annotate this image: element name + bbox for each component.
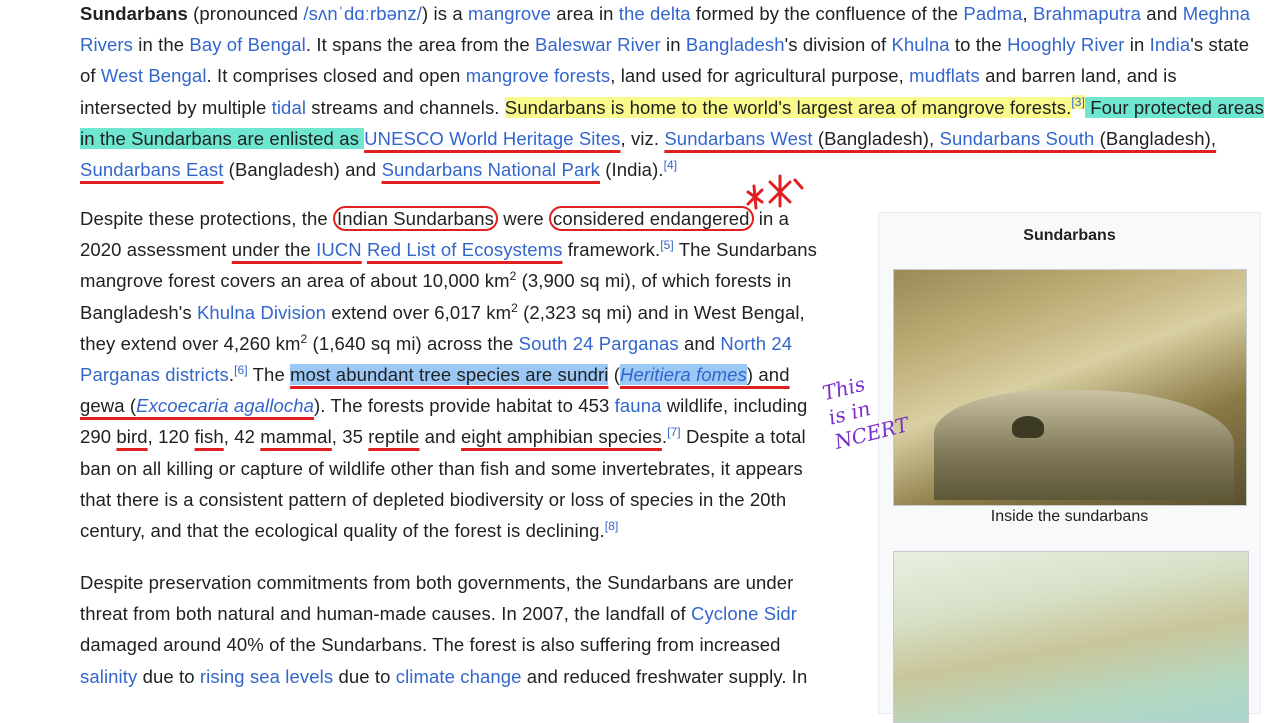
ref-8[interactable]: [8] [605, 519, 619, 533]
link-the-delta[interactable]: the delta [619, 3, 691, 24]
link-excoecaria-agallocha[interactable]: Excoecaria agallocha [136, 395, 314, 416]
link-khulna[interactable]: Khulna [891, 34, 949, 55]
link-unesco-world-heritage-sites[interactable]: UNESCO World Heritage Sites [364, 128, 620, 149]
link-hooghly-river[interactable]: Hooghly River [1007, 34, 1125, 55]
ref-6[interactable]: [6] [234, 363, 248, 377]
link-iucn[interactable]: IUCN [316, 239, 362, 260]
highlight-blue: most abundant tree species are sundri [290, 364, 609, 386]
link-cyclone-sidr[interactable]: Cyclone Sidr [691, 603, 797, 624]
link-baleswar-river[interactable]: Baleswar River [535, 34, 661, 55]
infobox-title: Sundarbans [1023, 227, 1116, 244]
infobox-photo-mangrove[interactable] [893, 269, 1247, 506]
link-padma[interactable]: Padma [963, 3, 1022, 24]
link-heritiera-fomes[interactable]: Heritiera fomes [619, 364, 747, 386]
link-pronunciation[interactable]: /sʌnˈdɑːrbənz/ [303, 3, 422, 24]
ref-7[interactable]: [7] [667, 425, 681, 439]
link-climate-change[interactable]: climate change [396, 666, 522, 687]
paragraph-protections: Despite these protections, the Indian Su… [80, 206, 817, 542]
link-sundarbans-east[interactable]: Sundarbans East [80, 159, 223, 180]
link-khulna-division[interactable]: Khulna Division [197, 302, 326, 323]
link-south-24-parganas[interactable]: South 24 Parganas [519, 333, 679, 354]
link-red-list-of-ecosystems[interactable]: Red List of Ecosystems [367, 239, 563, 260]
asterisk-scribble-icon [746, 174, 804, 210]
infobox: Sundarbans Inside the sundarbans [878, 212, 1261, 723]
link-rising-sea-levels[interactable]: rising sea levels [200, 666, 333, 687]
ref-5[interactable]: [5] [660, 238, 674, 252]
link-bay-of-bengal[interactable]: Bay of Bengal [189, 34, 306, 55]
link-mudflats[interactable]: mudflats [909, 65, 980, 86]
link-sundarbans-south[interactable]: Sundarbans South [940, 128, 1095, 149]
link-mangrove[interactable]: mangrove [468, 3, 551, 24]
ref-4[interactable]: [4] [664, 158, 678, 172]
link-salinity[interactable]: salinity [80, 666, 137, 687]
link-brahmaputra[interactable]: Brahmaputra [1033, 3, 1141, 24]
link-sundarbans-national-park[interactable]: Sundarbans National Park [382, 159, 600, 180]
link-india[interactable]: India [1150, 34, 1191, 55]
circled-considered-endangered: considered endangered [549, 206, 754, 231]
paragraph-threats: Despite preservation commitments from bo… [80, 572, 808, 687]
article-subject: Sundarbans [80, 3, 188, 24]
paragraph-intro: Sundarbans (pronounced /sʌnˈdɑːrbənz/) i… [80, 3, 1264, 181]
link-tidal[interactable]: tidal [272, 97, 306, 118]
infobox-caption: Inside the sundarbans [990, 508, 1149, 525]
link-sundarbans-west[interactable]: Sundarbans West [664, 128, 812, 149]
link-west-bengal[interactable]: West Bengal [101, 65, 207, 86]
photo-boat [1012, 416, 1044, 438]
circled-indian-sundarbans: Indian Sundarbans [333, 206, 499, 231]
infobox-map-image[interactable] [893, 551, 1249, 723]
link-mangrove-forests[interactable]: mangrove forests [466, 65, 611, 86]
link-fauna[interactable]: fauna [615, 395, 662, 416]
link-bangladesh[interactable]: Bangladesh [686, 34, 785, 55]
ref-3[interactable]: [3] [1071, 95, 1085, 109]
highlight-yellow: Sundarbans is home to the world's larges… [504, 96, 1072, 118]
photo-water [934, 390, 1234, 500]
